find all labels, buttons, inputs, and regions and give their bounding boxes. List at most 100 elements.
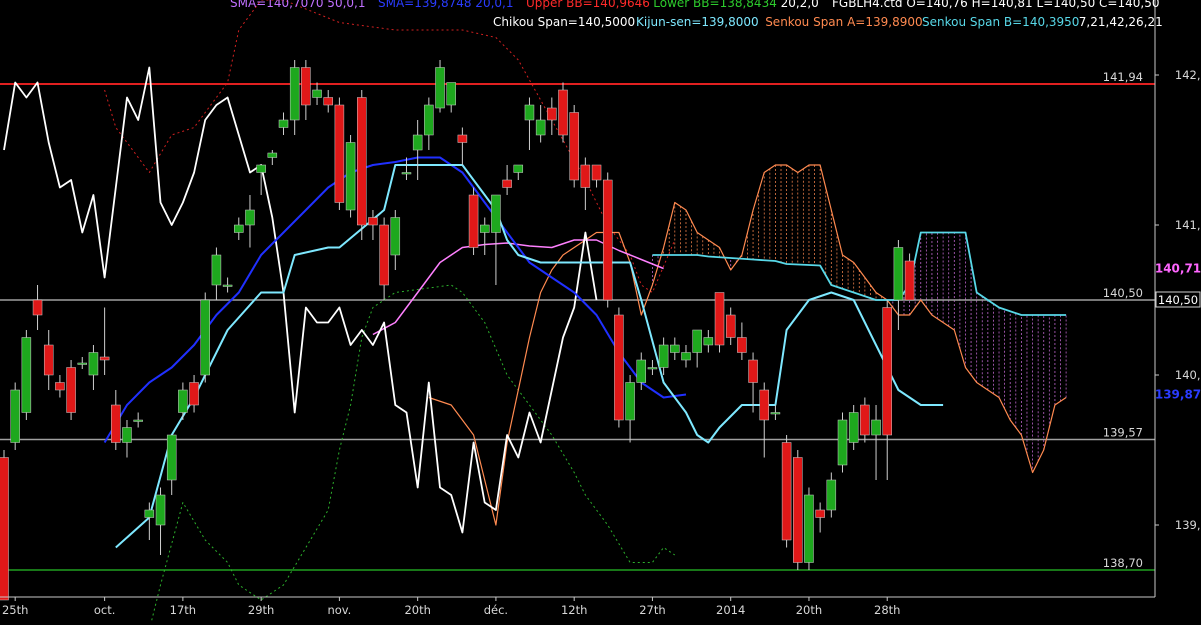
candle-down <box>323 97 333 106</box>
candle-down <box>43 344 54 376</box>
x-tick-label: 25th <box>2 603 28 617</box>
candle-up <box>155 494 166 526</box>
y-tick-label: 142,00 <box>1175 68 1201 82</box>
legend-item: 7,21,42,26,21 <box>1079 15 1163 29</box>
candle-up <box>312 89 322 98</box>
x-tick-label: oct. <box>94 603 116 617</box>
candle-up <box>479 224 490 233</box>
candle-up <box>658 344 669 368</box>
x-tick-label: 17th <box>170 603 196 617</box>
y-tick-label: 139,00 <box>1175 518 1201 532</box>
candle-up <box>848 412 859 443</box>
candle-up <box>88 352 99 376</box>
candle-up <box>770 412 781 415</box>
candle-up <box>692 329 702 353</box>
candle-up <box>647 367 658 370</box>
candle-down <box>815 509 825 518</box>
level-label: 139,57 <box>1103 426 1143 440</box>
chart-canvas: 141,94 140,50 139,57 138,70 139,00 140,00 141… <box>0 0 1201 625</box>
x-tick-label: 29th <box>248 603 274 617</box>
right-value-badge: 140,71 <box>1155 262 1201 276</box>
candle-up <box>804 494 814 563</box>
candle-down <box>0 457 9 601</box>
legend-item: Upper BB=140,9646 <box>526 0 650 10</box>
x-tick-label: 27th <box>639 603 665 617</box>
x-tick-label: déc. <box>484 603 508 617</box>
candle-up <box>345 142 356 211</box>
candle-down <box>99 356 110 361</box>
level-label: 138,70 <box>1103 556 1143 570</box>
candle-down <box>904 260 915 301</box>
candle-up <box>10 389 20 443</box>
candle-down <box>547 107 557 121</box>
level-label: 141,94 <box>1103 70 1143 84</box>
candle-down <box>66 367 76 413</box>
candle-down <box>748 359 758 383</box>
candle-up <box>200 299 210 376</box>
candle-down <box>569 112 579 181</box>
candle-down <box>368 217 378 226</box>
candle-down <box>301 67 311 106</box>
candle-down <box>111 404 121 443</box>
x-tick-label: 2014 <box>716 603 745 617</box>
candle-down <box>781 442 792 541</box>
candle-up <box>21 337 32 413</box>
legend-item: Kijun-sen=139,8000 <box>636 15 759 29</box>
candle-down <box>32 299 43 316</box>
level-label: 140,50 <box>1103 286 1143 300</box>
candle-up <box>178 389 188 413</box>
candle-up <box>234 224 244 233</box>
ichimoku-chart: 141,94 140,50 139,57 138,70 139,00 140,00 141… <box>0 0 1201 625</box>
candle-up <box>289 67 300 121</box>
candle-down <box>334 104 345 203</box>
candle-down <box>614 314 624 421</box>
candle-down <box>558 89 568 136</box>
candle-up <box>278 119 289 128</box>
x-tick-label: nov. <box>327 603 351 617</box>
legend-item: Lower BB=138,8434 <box>653 0 777 10</box>
candle-up <box>77 362 88 365</box>
candle-up <box>513 164 524 173</box>
candle-up <box>144 509 155 518</box>
candle-up <box>401 172 412 175</box>
candle-up <box>535 119 546 136</box>
candle-up <box>826 479 837 511</box>
candle-up <box>245 209 255 226</box>
legend-item: 20,2,0 <box>781 0 819 10</box>
candle-up <box>625 382 635 421</box>
candle-down <box>737 337 747 353</box>
candle-up <box>412 134 423 151</box>
candle-down <box>189 382 199 406</box>
candle-up <box>435 67 445 109</box>
candle-up <box>681 352 691 361</box>
candle-down <box>882 307 892 436</box>
candle-up <box>636 359 647 383</box>
candle-down <box>580 164 591 188</box>
candle-down <box>379 224 389 286</box>
legend-item: SMA=140,7070 50,0,1 <box>230 0 365 10</box>
candle-down <box>602 179 613 301</box>
legend-item: Senkou Span A=139,8900 <box>765 15 922 29</box>
chart-background <box>0 0 1201 621</box>
candle-up <box>390 217 401 256</box>
right-value-badge: 140,50 <box>1158 293 1198 307</box>
candle-up <box>267 152 278 158</box>
candle-up <box>424 104 434 136</box>
candle-up <box>703 337 714 346</box>
x-tick-label: 20th <box>796 603 822 617</box>
candle-up <box>871 419 881 436</box>
candle-up <box>446 82 456 106</box>
x-tick-label: 20th <box>404 603 430 617</box>
candle-down <box>759 389 769 421</box>
candle-up <box>491 194 501 233</box>
candle-down <box>468 194 479 248</box>
candle-down <box>860 404 870 436</box>
candle-up <box>524 104 535 121</box>
legend-item: SMA=139,8748 20,0,1 <box>378 0 513 10</box>
candle-up <box>670 344 680 353</box>
candle-down <box>725 314 736 338</box>
candle-up <box>122 427 132 443</box>
candle-down <box>357 97 367 226</box>
candle-up <box>133 419 143 422</box>
candle-down <box>457 134 468 143</box>
